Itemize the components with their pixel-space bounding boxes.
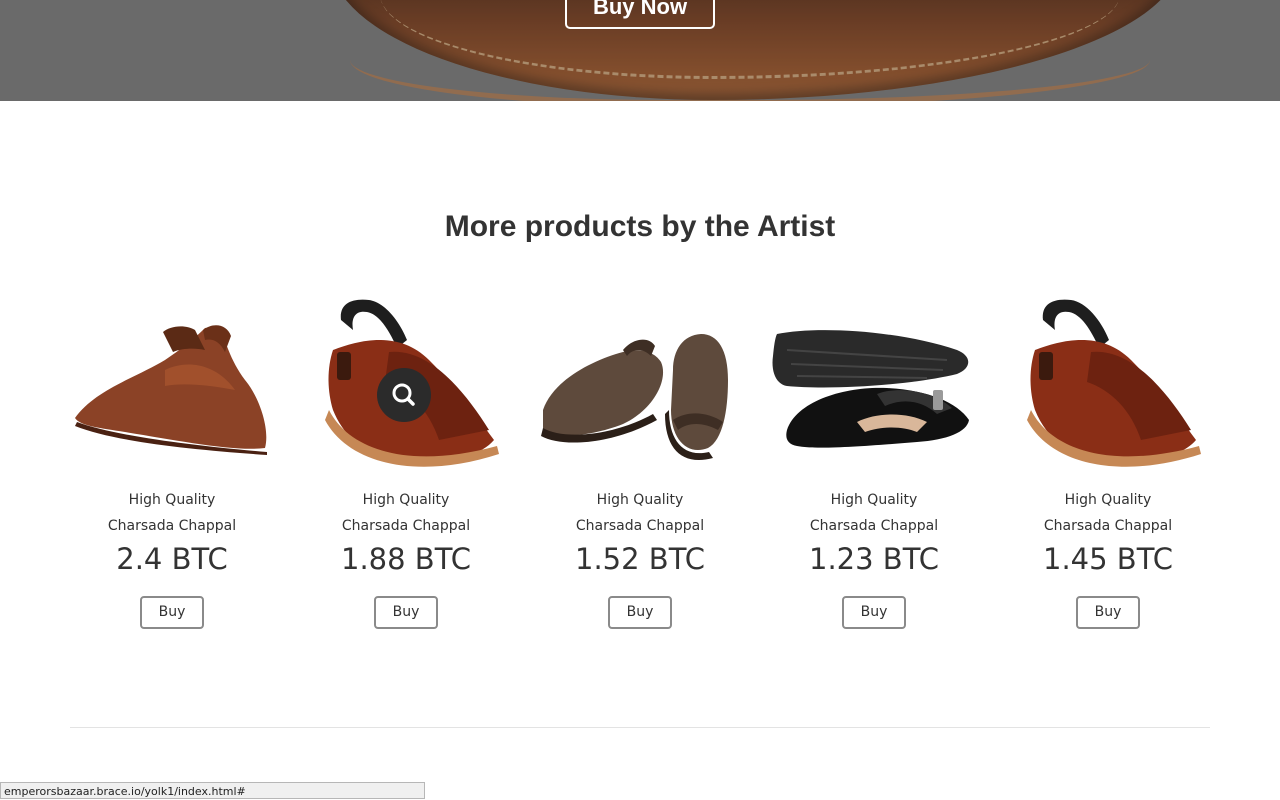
product-price: 2.4 BTC	[116, 542, 228, 576]
buy-button[interactable]: Buy	[1076, 596, 1140, 629]
brown-leather-sandal-image	[75, 325, 267, 455]
product-card: High Quality Charsada Chappal 1.23 BTC B…	[757, 290, 991, 629]
product-image[interactable]	[523, 290, 757, 480]
red-brown-textured-sandal-image	[1027, 299, 1201, 467]
product-price: 1.45 BTC	[1043, 542, 1173, 576]
product-card: High Quality Charsada Chappal 1.88 BTC B…	[289, 290, 523, 629]
buy-button[interactable]: Buy	[842, 596, 906, 629]
browser-status-bar: emperorsbazaar.brace.io/yolk1/index.html…	[0, 782, 425, 799]
buy-button[interactable]: Buy	[608, 596, 672, 629]
product-card: High Quality Charsada Chappal 2.4 BTC Bu…	[55, 290, 289, 629]
product-price: 1.23 BTC	[809, 542, 939, 576]
buy-now-button[interactable]: Buy Now	[565, 0, 715, 29]
hero-banner: Buy Now	[0, 0, 1280, 101]
search-icon	[392, 383, 415, 406]
product-price: 1.88 BTC	[341, 542, 471, 576]
buy-button[interactable]: Buy	[374, 596, 438, 629]
product-image[interactable]	[289, 290, 523, 480]
product-name[interactable]: High Quality Charsada Chappal	[331, 487, 481, 539]
product-card: High Quality Charsada Chappal 1.45 BTC B…	[991, 290, 1225, 629]
zoom-button[interactable]	[377, 368, 431, 422]
product-name[interactable]: High Quality Charsada Chappal	[97, 487, 247, 539]
dark-brown-sandal-pair-image	[541, 334, 728, 461]
section-title: More products by the Artist	[444, 210, 836, 243]
black-sandal-pair-image	[772, 330, 969, 448]
product-name[interactable]: High Quality Charsada Chappal	[1033, 487, 1183, 539]
product-image[interactable]	[991, 290, 1225, 480]
product-image[interactable]	[757, 290, 991, 480]
product-price: 1.52 BTC	[575, 542, 705, 576]
product-image[interactable]	[55, 290, 289, 480]
section-divider	[70, 727, 1210, 728]
product-grid: High Quality Charsada Chappal 2.4 BTC Bu…	[55, 290, 1225, 650]
product-name[interactable]: High Quality Charsada Chappal	[565, 487, 715, 539]
product-card: High Quality Charsada Chappal 1.52 BTC B…	[523, 290, 757, 629]
product-name[interactable]: High Quality Charsada Chappal	[799, 487, 949, 539]
buy-button[interactable]: Buy	[140, 596, 204, 629]
